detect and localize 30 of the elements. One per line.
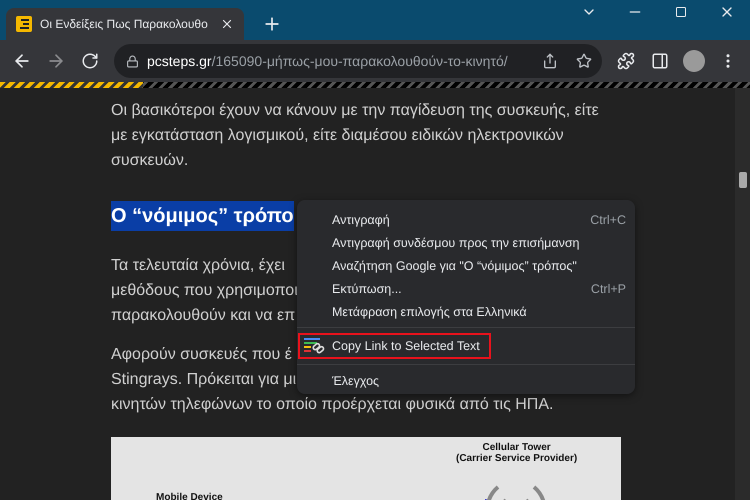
paragraph-text: Οι βασικότεροι έχουν να κάνουν με την παγίδευση της συσκευής, είτε bbox=[111, 101, 599, 121]
site-icon bbox=[16, 16, 32, 32]
scrollbar-thumb[interactable] bbox=[739, 172, 747, 188]
paragraph-text: με εγκατάσταση λογισμικού, είτε διαμέσου ειδικών ηλεκτρονικών bbox=[111, 126, 564, 146]
paragraph-text: Stingrays. Πρόκειται για μι bbox=[111, 370, 296, 390]
share-icon[interactable] bbox=[542, 53, 558, 69]
url-text: pcsteps.gr/165090-μήπως-μου-παρακολουθούν-το-κινητό/ bbox=[147, 53, 509, 69]
menu-item[interactable]: Αντιγραφή Ctrl+C bbox=[297, 208, 635, 231]
section-heading: Ο “νόμιμος” τρόπο bbox=[111, 201, 294, 231]
diagram-label: Mobile Device bbox=[156, 492, 223, 500]
menu-item[interactable]: Αντιγραφή συνδέσμου προς την επισήμανση bbox=[297, 231, 635, 254]
paragraph-text: Αφορούν συσκευές που έ bbox=[111, 345, 292, 365]
menu-item[interactable]: Έλεγχος bbox=[297, 369, 635, 392]
browser-tab[interactable]: Οι Ενδείξεις Πως Παρακολουθο bbox=[6, 8, 244, 40]
menu-item[interactable]: Copy Link to Selected Text bbox=[298, 333, 491, 359]
diagram-label: Cellular Tower (Carrier Service Provider) bbox=[456, 442, 578, 464]
menu-item[interactable]: Αναζήτηση Google για "Ο “νόμιμος” τρόπος" bbox=[297, 254, 635, 277]
bookmark-star-icon[interactable] bbox=[576, 53, 592, 69]
paragraph-text: συσκευών. bbox=[111, 151, 188, 171]
paragraph-text: μεθόδους που χρησιμοποι bbox=[111, 281, 298, 301]
address-bar[interactable]: pcsteps.gr/165090-μήπως-μου-παρακολουθούν-το-κινητό/ bbox=[114, 44, 602, 78]
menu-item[interactable]: Εκτύπωση... Ctrl+P bbox=[297, 277, 635, 300]
menu-item[interactable]: Μετάφραση επιλογής στα Ελληνικά bbox=[297, 300, 635, 323]
paragraph-text: παρακολουθούν και να επ bbox=[111, 306, 296, 326]
tab-title: Οι Ενδείξεις Πως Παρακολουθο bbox=[40, 17, 209, 31]
close-icon[interactable] bbox=[220, 17, 234, 31]
paragraph-text: Τα τελευταία χρόνια, έχει bbox=[111, 256, 285, 276]
link-lines-icon bbox=[304, 337, 326, 355]
paragraph-text: κινητών τηλεφώνων το οποίο προέρχεται φυσικά από τις ΗΠΑ. bbox=[111, 395, 554, 415]
lock-icon bbox=[126, 54, 139, 68]
